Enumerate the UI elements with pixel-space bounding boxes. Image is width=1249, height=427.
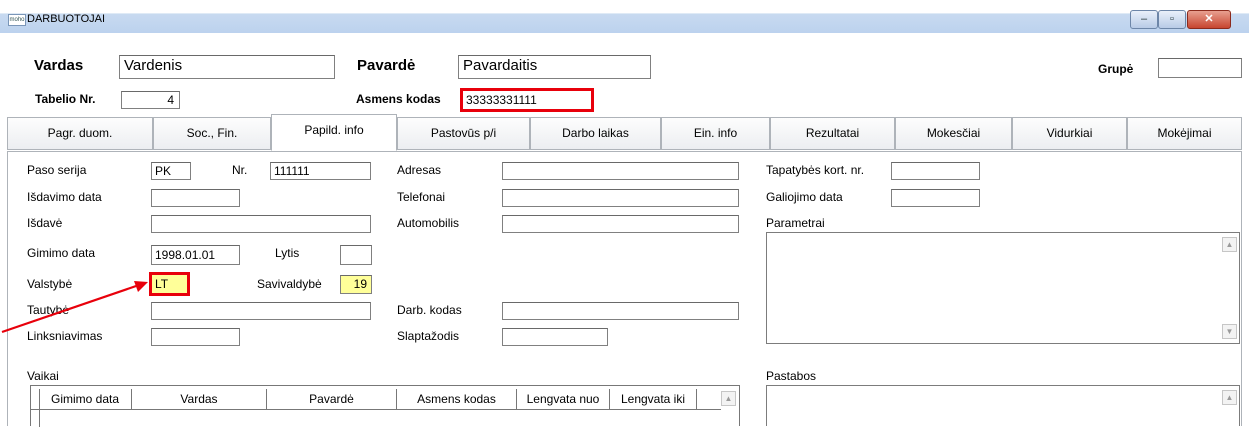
slaptazodis-label: Slaptažodis — [397, 329, 460, 343]
window-title: DARBUOTOJAI — [27, 13, 106, 25]
annotation-arrow-icon — [1, 281, 148, 334]
tab-vidurkiai[interactable]: Vidurkiai — [1012, 117, 1127, 150]
column-header[interactable]: Vardas — [132, 389, 267, 409]
parametrai-label: Parametrai — [766, 216, 825, 230]
tab-darbo-laikas[interactable]: Darbo laikas — [530, 117, 661, 150]
tabelio-field[interactable]: 4 — [121, 91, 180, 109]
lytis-field[interactable] — [340, 245, 372, 265]
column-header[interactable]: Pavardė — [267, 389, 397, 409]
adresas-field[interactable] — [502, 162, 739, 180]
galiojimo-data-field[interactable] — [891, 189, 980, 207]
tab-soc-fin[interactable]: Soc., Fin. — [153, 117, 271, 150]
tautybe-field[interactable] — [151, 302, 371, 320]
pastabos-memo[interactable]: ▲ — [766, 385, 1240, 426]
grid-left-border — [39, 389, 40, 427]
telefonai-field[interactable] — [502, 189, 739, 207]
column-header[interactable]: Asmens kodas — [397, 389, 517, 409]
tapatybes-field[interactable] — [891, 162, 980, 180]
tab-mokejimai[interactable]: Mokėjimai — [1127, 117, 1242, 150]
gimimo-data-field[interactable]: 1998.01.01 — [151, 245, 240, 265]
isdave-field[interactable] — [151, 215, 371, 233]
nr-label: Nr. — [232, 163, 248, 177]
savivaldybe-field[interactable]: 19 — [340, 275, 372, 294]
slaptazodis-field[interactable] — [502, 328, 608, 346]
isdavimo-data-field[interactable] — [151, 189, 240, 207]
minimize-button[interactable]: – — [1130, 10, 1158, 29]
gimimo-data-label: Gimimo data — [27, 246, 96, 260]
tapatybes-label: Tapatybės kort. nr. — [766, 163, 865, 177]
close-button[interactable]: ✕ — [1187, 10, 1231, 29]
telefonai-label: Telefonai — [397, 190, 446, 204]
asmens-kodas-field[interactable]: 33333331111 — [460, 88, 594, 112]
close-icon: ✕ — [1204, 13, 1214, 25]
adresas-label: Adresas — [397, 163, 442, 177]
column-header[interactable]: Gimimo data — [39, 389, 132, 409]
asmens-kodas-label: Asmens kodas — [356, 92, 441, 106]
scroll-up-icon[interactable]: ▲ — [721, 391, 736, 406]
paso-serija-field[interactable]: PK — [151, 162, 191, 180]
pastabos-label: Pastabos — [766, 369, 817, 383]
vaikai-grid[interactable]: Gimimo data Vardas Pavardė Asmens kodas … — [30, 385, 740, 427]
tabelio-label: Tabelio Nr. — [35, 92, 96, 106]
tab-ein-info[interactable]: Ein. info — [661, 117, 770, 150]
automobilis-label: Automobilis — [397, 216, 460, 230]
darb-kodas-label: Darb. kodas — [397, 303, 462, 317]
tab-strip: Pagr. duom. Soc., Fin. Papild. info Past… — [7, 114, 1242, 152]
tab-rezultatai[interactable]: Rezultatai — [770, 117, 895, 150]
scroll-up-icon[interactable]: ▲ — [1222, 390, 1237, 405]
maximize-button[interactable]: ▫ — [1158, 10, 1186, 29]
minimize-icon: – — [1140, 13, 1148, 25]
scroll-up-icon[interactable]: ▲ — [1222, 237, 1237, 252]
pavarde-label: Pavardė — [357, 57, 416, 74]
linksniavimas-field[interactable] — [151, 328, 240, 346]
maximize-icon: ▫ — [1170, 13, 1174, 25]
grupe-label: Grupė — [1098, 62, 1134, 76]
column-header[interactable]: Lengvata nuo — [517, 389, 610, 409]
paso-serija-label: Paso serija — [27, 163, 87, 177]
savivaldybe-label: Savivaldybė — [257, 277, 322, 291]
darb-kodas-field[interactable] — [502, 302, 739, 320]
tab-pastovus-pi[interactable]: Pastovūs p/i — [397, 117, 530, 150]
tab-pagr-duom[interactable]: Pagr. duom. — [7, 117, 153, 150]
grid-divider — [31, 409, 721, 410]
tab-papild-info[interactable]: Papild. info — [271, 114, 397, 151]
window-titlebar: moho DARBUOTOJAI – ▫ ✕ — [0, 0, 1249, 33]
scroll-down-icon[interactable]: ▼ — [1222, 324, 1237, 339]
vaikai-label: Vaikai — [27, 369, 59, 383]
nr-field[interactable]: 111111 — [270, 162, 371, 180]
vardas-label: Vardas — [34, 57, 84, 74]
vardas-field[interactable]: Vardenis — [119, 55, 335, 79]
pavarde-field[interactable]: Pavardaitis — [458, 55, 651, 79]
tab-mokesciai[interactable]: Mokesčiai — [895, 117, 1012, 150]
column-header[interactable]: Lengvata iki — [610, 389, 697, 409]
automobilis-field[interactable] — [502, 215, 739, 233]
galiojimo-data-label: Galiojimo data — [766, 190, 843, 204]
parametrai-memo[interactable]: ▲ ▼ — [766, 232, 1240, 344]
isdave-label: Išdavė — [27, 216, 63, 230]
app-icon: moho — [8, 14, 26, 26]
grupe-field[interactable] — [1158, 58, 1242, 78]
isdavimo-data-label: Išdavimo data — [27, 190, 102, 204]
lytis-label: Lytis — [275, 246, 300, 260]
